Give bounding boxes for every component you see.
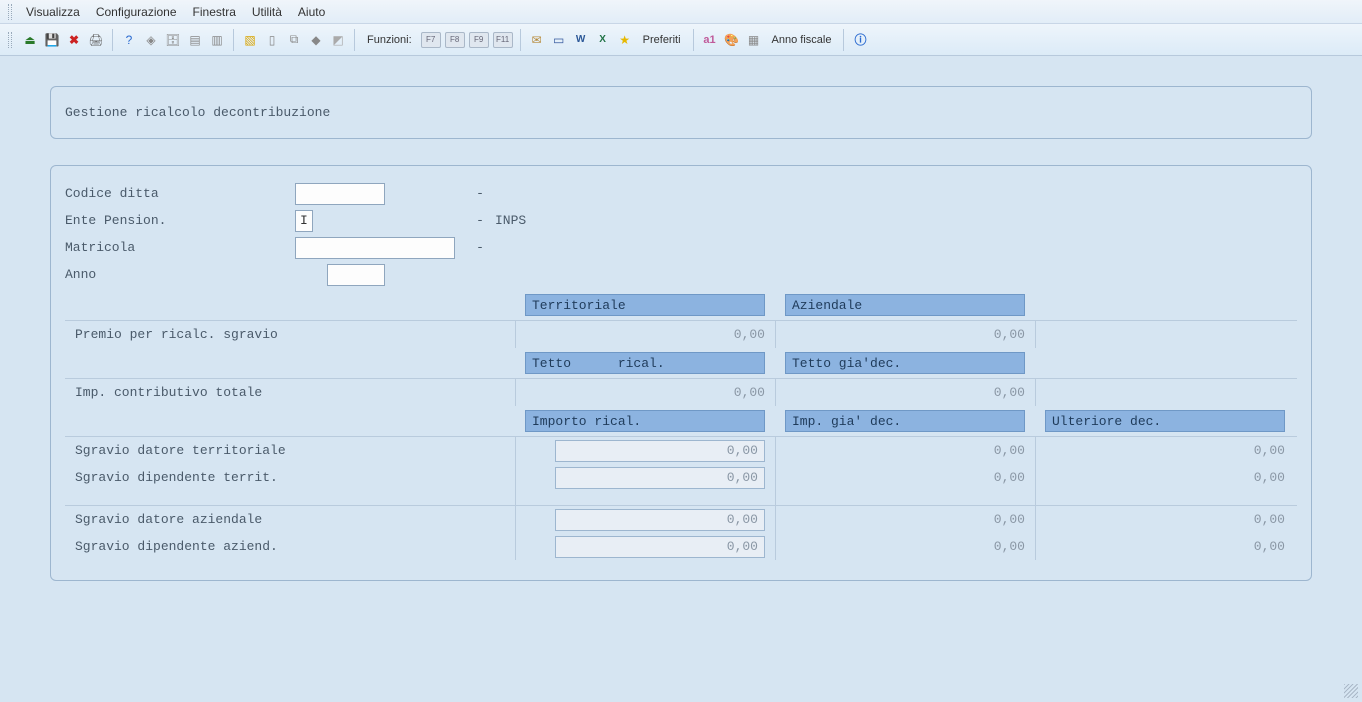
sgr-datore-az-gia: 0,00 xyxy=(994,512,1025,527)
sgr-datore-terr-ult: 0,00 xyxy=(1254,443,1285,458)
star-icon[interactable]: ★ xyxy=(615,30,635,50)
col-tetto-gia-dec: Tetto gia'dec. xyxy=(785,352,1025,374)
mail-icon[interactable]: ✉ xyxy=(527,30,547,50)
sgr-datore-terr-gia: 0,00 xyxy=(994,443,1025,458)
delete-icon[interactable]: ✖ xyxy=(64,30,84,50)
f11-button[interactable]: F11 xyxy=(493,32,513,48)
matricola-input[interactable] xyxy=(295,237,455,259)
cube-icon[interactable]: ◩ xyxy=(328,30,348,50)
form-panel: Codice ditta - Ente Pension. - INPS Matr… xyxy=(50,165,1312,581)
word-icon[interactable]: W xyxy=(571,30,591,50)
col-aziendale: Aziendale xyxy=(785,294,1025,316)
toolbar-grip xyxy=(8,32,12,48)
codice-ditta-input[interactable] xyxy=(295,183,385,205)
palette-icon[interactable]: 🎨 xyxy=(722,30,742,50)
ente-text: INPS xyxy=(495,213,526,228)
text-icon[interactable]: a1 xyxy=(700,30,720,50)
info-icon[interactable]: ◈ xyxy=(141,30,161,50)
menubar-grip xyxy=(8,4,12,20)
sgr-dip-terr-ult: 0,00 xyxy=(1254,470,1285,485)
sgr-datore-terr-importo[interactable] xyxy=(555,440,765,462)
toolbar: ⏏ 💾 ✖ 🖨 ? ◈ 🗄 ▤ ▥ ▧ ▯ ⧉ ◆ ◩ Funzioni: F7… xyxy=(0,24,1362,56)
sgr-dip-az-importo[interactable] xyxy=(555,536,765,558)
funzioni-label: Funzioni: xyxy=(367,34,412,46)
ente-label: Ente Pension. xyxy=(65,213,295,228)
resize-grip[interactable] xyxy=(1344,684,1358,698)
codice-ditta-label: Codice ditta xyxy=(65,186,295,201)
stack-icon[interactable]: ▧ xyxy=(240,30,260,50)
copy-icon[interactable]: ⧉ xyxy=(284,30,304,50)
f8-button[interactable]: F8 xyxy=(445,32,465,48)
row-sgr-datore-terr-label: Sgravio datore territoriale xyxy=(75,443,286,458)
calendar-icon[interactable]: ▦ xyxy=(744,30,764,50)
col-territoriale: Territoriale xyxy=(525,294,765,316)
col-tetto-rical: Tetto rical. xyxy=(525,352,765,374)
col-imp-gia-dec: Imp. gia' dec. xyxy=(785,410,1025,432)
f9-button[interactable]: F9 xyxy=(469,32,489,48)
imp-contrib-tetto-dec: 0,00 xyxy=(994,385,1025,400)
imp-contrib-tetto-rical: 0,00 xyxy=(734,385,765,400)
menu-visualizza[interactable]: Visualizza xyxy=(18,2,88,22)
sgr-dip-terr-gia: 0,00 xyxy=(994,470,1025,485)
sgr-dip-terr-importo[interactable] xyxy=(555,467,765,489)
sgr-datore-az-importo[interactable] xyxy=(555,509,765,531)
anno-fiscale-label[interactable]: Anno fiscale xyxy=(772,34,832,46)
save-icon[interactable]: 💾 xyxy=(42,30,62,50)
matricola-dash: - xyxy=(465,240,495,255)
doc2-icon[interactable]: ▥ xyxy=(207,30,227,50)
ente-dash: - xyxy=(465,213,495,228)
menu-configurazione[interactable]: Configurazione xyxy=(88,2,185,22)
row-sgr-datore-az-label: Sgravio datore aziendale xyxy=(75,512,262,527)
doc1-icon[interactable]: ▤ xyxy=(185,30,205,50)
codice-ditta-dash: - xyxy=(465,186,495,201)
col-importo-rical: Importo rical. xyxy=(525,410,765,432)
row-sgr-dip-az-label: Sgravio dipendente aziend. xyxy=(75,539,278,554)
help-icon[interactable]: ? xyxy=(119,30,139,50)
anno-input[interactable] xyxy=(327,264,385,286)
sgr-dip-az-gia: 0,00 xyxy=(994,539,1025,554)
ente-input[interactable] xyxy=(295,210,313,232)
about-icon[interactable]: ⓘ xyxy=(850,30,870,50)
menu-aiuto[interactable]: Aiuto xyxy=(290,2,333,22)
premio-az-value: 0,00 xyxy=(994,327,1025,342)
menu-finestra[interactable]: Finestra xyxy=(185,2,244,22)
excel-icon[interactable]: X xyxy=(593,30,613,50)
preferiti-label[interactable]: Preferiti xyxy=(643,34,681,46)
menubar: Visualizza Configurazione Finestra Utili… xyxy=(0,0,1362,24)
page-title-box: Gestione ricalcolo decontribuzione xyxy=(50,86,1312,139)
premio-terr-value: 0,00 xyxy=(734,327,765,342)
row-premio-label: Premio per ricalc. sgravio xyxy=(75,327,278,342)
exit-icon[interactable]: ⏏ xyxy=(20,30,40,50)
f7-button[interactable]: F7 xyxy=(421,32,441,48)
matricola-label: Matricola xyxy=(65,240,295,255)
screen-icon[interactable]: ▭ xyxy=(549,30,569,50)
page-title: Gestione ricalcolo decontribuzione xyxy=(65,105,330,120)
menu-utilita[interactable]: Utilità xyxy=(244,2,290,22)
page-icon[interactable]: ▯ xyxy=(262,30,282,50)
sgr-datore-az-ult: 0,00 xyxy=(1254,512,1285,527)
db-icon[interactable]: 🗄 xyxy=(163,30,183,50)
col-ulteriore-dec: Ulteriore dec. xyxy=(1045,410,1285,432)
row-sgr-dip-terr-label: Sgravio dipendente territ. xyxy=(75,470,278,485)
row-imp-contrib-label: Imp. contributivo totale xyxy=(75,385,262,400)
book-icon[interactable]: ◆ xyxy=(306,30,326,50)
sgr-dip-az-ult: 0,00 xyxy=(1254,539,1285,554)
print-icon[interactable]: 🖨 xyxy=(86,30,106,50)
anno-label: Anno xyxy=(65,267,295,282)
